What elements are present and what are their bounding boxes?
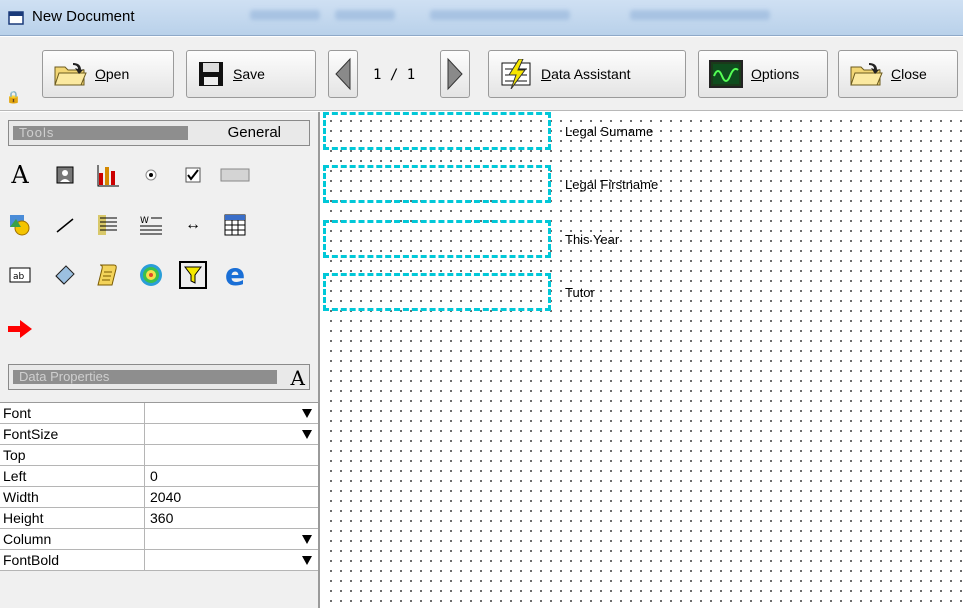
left-panel: Tools General A W ↔ ab e Data Properties… xyxy=(0,112,320,608)
property-value[interactable] xyxy=(145,445,318,465)
blurred-title-text xyxy=(250,10,320,20)
open-button[interactable]: Open xyxy=(42,50,174,98)
property-name: Left xyxy=(0,466,145,486)
next-page-button[interactable] xyxy=(440,50,470,98)
tools-panel-title: Tools xyxy=(13,126,188,140)
blurred-title-text xyxy=(430,10,570,20)
close-button-label: Close xyxy=(891,66,927,82)
property-value[interactable] xyxy=(145,529,318,549)
list-tool-icon[interactable] xyxy=(93,210,123,240)
internet-explorer-icon[interactable]: e xyxy=(220,258,250,293)
document-app-icon xyxy=(8,11,24,25)
property-row[interactable]: Top xyxy=(0,445,318,466)
dropdown-arrow-icon[interactable] xyxy=(302,409,312,418)
image-tool-icon[interactable] xyxy=(50,160,80,190)
save-button[interactable]: Save xyxy=(186,50,316,98)
property-row[interactable]: Left 0 xyxy=(0,466,318,487)
tools-panel-header: Tools General xyxy=(8,120,310,146)
radio-button-tool-icon[interactable] xyxy=(136,160,166,190)
toolbar: 🔒 Open Save 1 / 1 Data Assistant Options… xyxy=(0,37,963,111)
property-value-text: 0 xyxy=(150,468,158,484)
line-tool-icon[interactable] xyxy=(50,210,80,240)
previous-page-button[interactable] xyxy=(328,50,358,98)
arrow-left-icon xyxy=(335,57,351,91)
property-value[interactable]: 360 xyxy=(145,508,318,528)
data-assistant-button[interactable]: Data Assistant xyxy=(488,50,686,98)
svg-text:ab: ab xyxy=(13,272,25,282)
spiral-tool-icon[interactable] xyxy=(136,260,166,290)
property-value[interactable]: 2040 xyxy=(145,487,318,507)
text-block-tool-icon[interactable]: W xyxy=(136,210,166,240)
floppy-disk-icon xyxy=(199,62,223,86)
property-name: FontSize xyxy=(0,424,145,444)
design-canvas[interactable]: Legal Surname Legal Firstname This Year Tut… xyxy=(322,112,963,608)
input-field-box[interactable] xyxy=(323,220,551,258)
property-name: Font xyxy=(0,403,145,423)
property-name: Height xyxy=(0,508,145,528)
dropdown-arrow-icon[interactable] xyxy=(302,556,312,565)
tools-category[interactable]: General xyxy=(228,124,281,141)
font-a-icon: A xyxy=(290,366,305,390)
open-folder-icon xyxy=(54,63,87,86)
dropdown-arrow-icon[interactable] xyxy=(302,430,312,439)
field-label[interactable]: This Year xyxy=(565,232,619,247)
shapes-tool-icon[interactable] xyxy=(5,210,35,240)
filter-tool-icon[interactable] xyxy=(178,260,208,290)
field-label[interactable]: Tutor xyxy=(565,285,595,300)
grid-tool-icon[interactable] xyxy=(220,210,250,240)
label-tool-icon[interactable]: ab xyxy=(5,260,35,290)
data-assistant-label: Data Assistant xyxy=(541,66,631,82)
script-tool-icon[interactable] xyxy=(93,260,123,290)
property-name: Width xyxy=(0,487,145,507)
svg-text:W: W xyxy=(140,216,149,226)
property-value[interactable]: 0 xyxy=(145,466,318,486)
lock-icon[interactable]: 🔒 xyxy=(6,90,21,104)
property-value[interactable] xyxy=(145,424,318,444)
input-field-box[interactable] xyxy=(323,112,551,150)
property-value[interactable] xyxy=(145,403,318,423)
property-value-text: 2040 xyxy=(150,489,182,505)
arrow-right-icon xyxy=(447,57,463,91)
options-button[interactable]: Options xyxy=(698,50,828,98)
data-properties-grid: Font FontSize Top Left 0 Width 2040 Height 360 Co… xyxy=(0,402,318,571)
field-label[interactable]: Legal Firstname xyxy=(565,177,658,192)
property-row[interactable]: Column xyxy=(0,529,318,550)
open-button-label: Open xyxy=(95,66,130,82)
button-tool-icon[interactable] xyxy=(220,160,250,190)
property-row[interactable]: FontBold xyxy=(0,550,318,571)
save-button-label: Save xyxy=(233,66,265,82)
window-title: New Document xyxy=(32,8,135,25)
lightning-form-icon xyxy=(501,59,531,89)
blurred-title-text xyxy=(335,10,395,20)
eraser-tool-icon[interactable] xyxy=(50,260,80,290)
title-bar: New Document xyxy=(0,0,963,36)
chart-tool-icon[interactable] xyxy=(93,160,123,190)
options-label: Options xyxy=(751,66,800,82)
text-tool-icon[interactable]: A xyxy=(5,160,35,190)
data-properties-header: Data Properties A xyxy=(8,364,310,390)
close-button[interactable]: Close xyxy=(838,50,958,98)
property-row[interactable]: Font xyxy=(0,403,318,424)
field-label[interactable]: Legal Surname xyxy=(565,124,653,139)
dropdown-arrow-icon[interactable] xyxy=(302,535,312,544)
checkbox-tool-icon[interactable] xyxy=(178,160,208,190)
property-name: Top xyxy=(0,445,145,465)
oscilloscope-icon xyxy=(709,60,743,88)
input-field-box[interactable] xyxy=(323,273,551,311)
blurred-title-text xyxy=(630,10,770,20)
property-name: Column xyxy=(0,529,145,549)
page-indicator: 1 / 1 xyxy=(373,67,416,83)
resize-horizontal-tool-icon[interactable]: ↔ xyxy=(178,210,208,240)
property-value-text: 360 xyxy=(150,510,174,526)
close-folder-icon xyxy=(850,63,883,86)
input-field-box[interactable] xyxy=(323,165,551,203)
property-row[interactable]: Height 360 xyxy=(0,508,318,529)
property-name: FontBold xyxy=(0,550,145,570)
property-row[interactable]: Width 2040 xyxy=(0,487,318,508)
red-arrow-icon[interactable] xyxy=(5,314,35,344)
property-value[interactable] xyxy=(145,550,318,570)
data-properties-title: Data Properties xyxy=(13,370,277,384)
property-row[interactable]: FontSize xyxy=(0,424,318,445)
